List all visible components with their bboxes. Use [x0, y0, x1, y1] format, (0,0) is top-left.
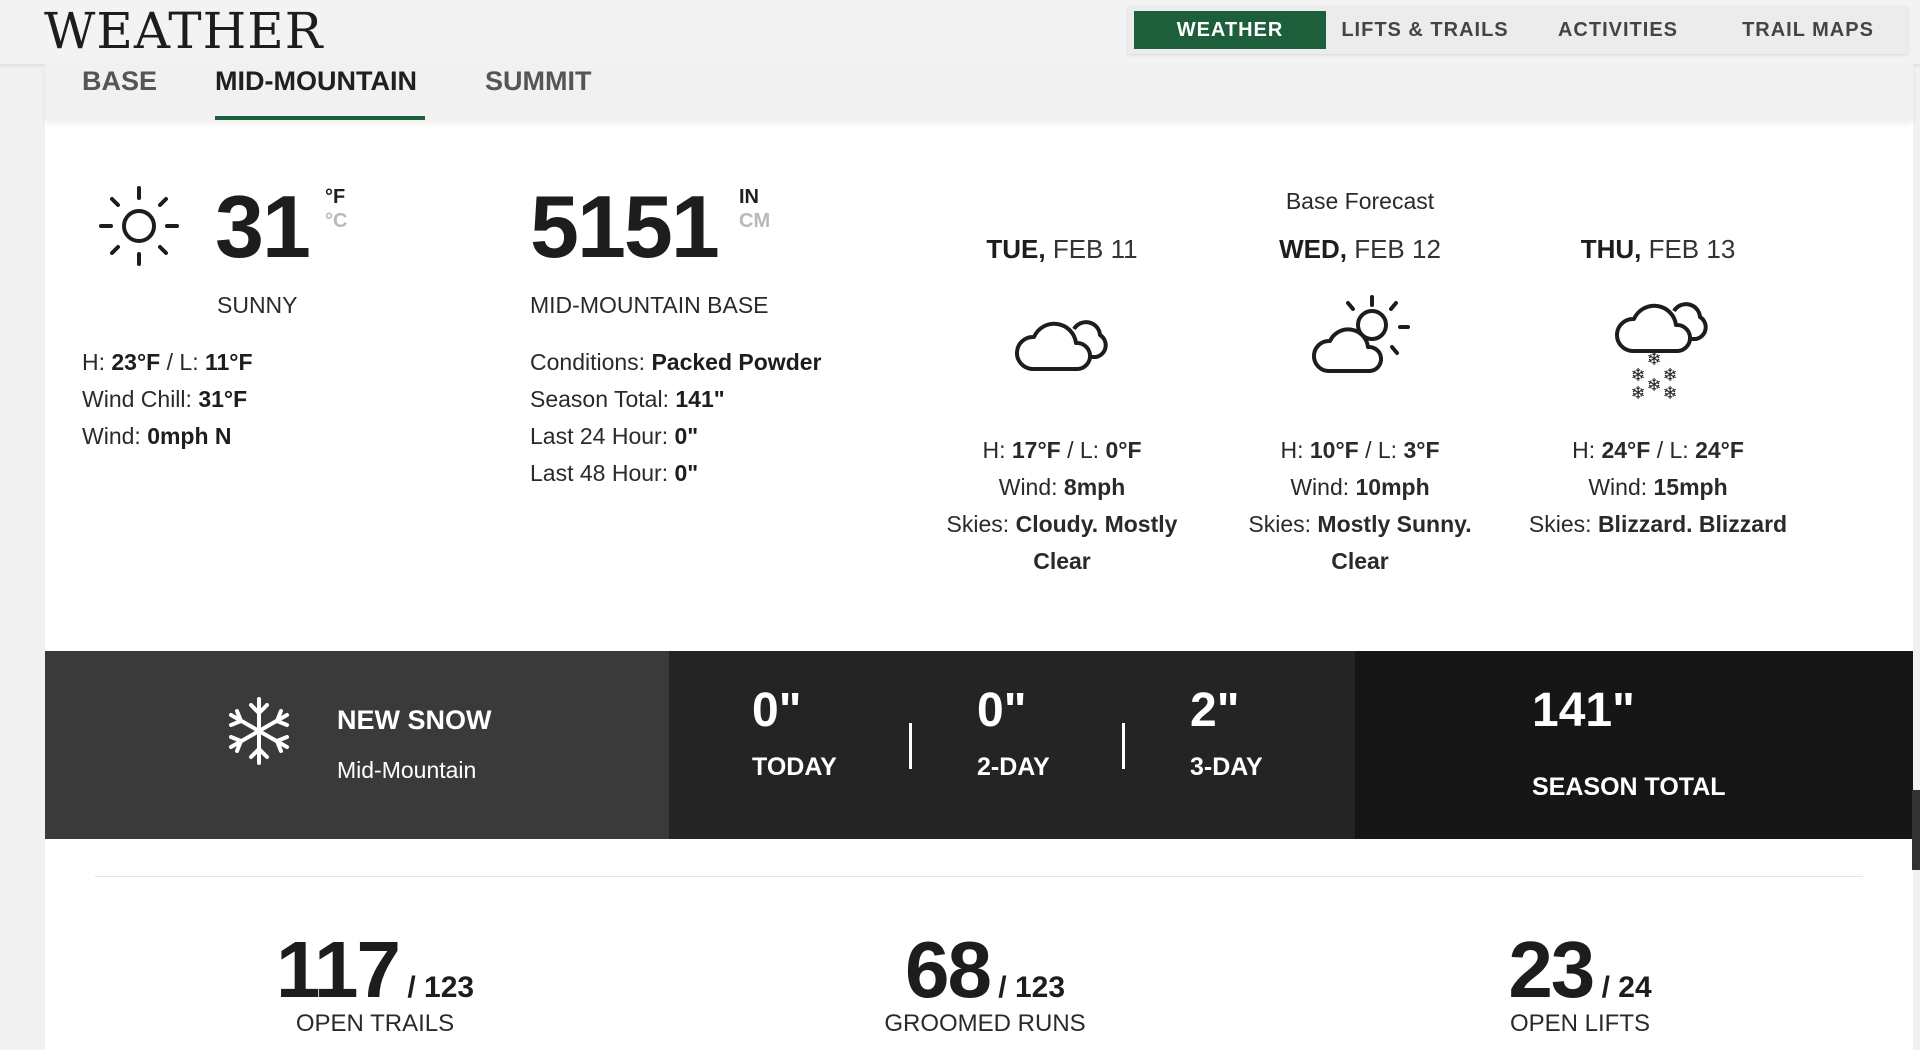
- forecast-day-1-wind: Wind: 8mph: [998, 474, 1126, 500]
- forecast-day-3-wind: Wind: 15mph: [1588, 474, 1728, 500]
- last-24-hour-line: Last 24 Hour: 0": [530, 423, 699, 449]
- open-lifts-count: 23: [1508, 925, 1595, 1014]
- open-trails-stat: 117 / 123 OPEN TRAILS: [225, 924, 525, 1038]
- forecast-day-1-date: TUE, FEB 11: [986, 234, 1138, 264]
- new-snow-amounts: 0" TODAY 0" 2-DAY 2" 3-DAY: [669, 651, 1355, 839]
- forecast-day-1-hi-lo: H: 17°F / L: 0°F: [982, 437, 1142, 463]
- svg-text:❄: ❄: [1646, 375, 1661, 396]
- snow-today-label: TODAY: [752, 753, 837, 781]
- open-lifts-stat: 23 / 24 OPEN LIFTS: [1430, 924, 1730, 1038]
- snow-depth-location: MID-MOUNTAIN BASE: [530, 292, 769, 318]
- forecast-day-3-skies: Skies: Blizzard. Blizzard: [1528, 511, 1788, 537]
- tab-mid-mountain[interactable]: MID-MOUNTAIN: [215, 66, 417, 97]
- groomed-runs-total: / 123: [989, 971, 1066, 1004]
- weather-card: BASE MID-MOUNTAIN SUMMIT 31 °F °C SUNNY …: [45, 64, 1913, 1050]
- season-total-label: SEASON TOTAL: [1532, 773, 1726, 801]
- snow-conditions: Conditions: Packed Powder: [530, 349, 822, 375]
- forecast-title: Base Forecast: [1285, 188, 1435, 214]
- forecast-day-2: WED, FEB 12 H: 10°F / L: 3°F Wind: 10mph…: [1215, 234, 1505, 580]
- scrollbar-thumb[interactable]: [1912, 790, 1920, 870]
- nav-trail-maps[interactable]: TRAIL MAPS: [1718, 11, 1898, 49]
- nav-weather[interactable]: WEATHER: [1134, 11, 1326, 49]
- forecast-day-2-hi-lo: H: 10°F / L: 3°F: [1280, 437, 1440, 463]
- forecast-day-3-date: THU, FEB 13: [1580, 234, 1736, 264]
- open-trails-count: 117: [275, 925, 401, 1014]
- forecast-day-1-skies: Skies: Cloudy. Mostly Clear: [946, 511, 1178, 574]
- sun-icon: [99, 186, 179, 266]
- divider: [1122, 723, 1125, 769]
- snow-3day-label: 3-DAY: [1190, 753, 1263, 781]
- forecast-day-3-hi-lo: H: 24°F / L: 24°F: [1572, 437, 1744, 463]
- snow-2day-label: 2-DAY: [977, 753, 1050, 781]
- current-wind: Wind: 0mph N: [82, 423, 232, 449]
- forecast-day-1: TUE, FEB 11 H: 17°F / L: 0°F Wind: 8mph …: [917, 234, 1207, 580]
- season-total-panel: 141" SEASON TOTAL: [1355, 651, 1913, 839]
- svg-text:❄: ❄: [1646, 349, 1661, 370]
- new-snow-header: NEW SNOW Mid-Mountain: [45, 651, 669, 839]
- main-nav: WEATHER LIFTS & TRAILS ACTIVITIES TRAIL …: [1128, 6, 1908, 54]
- forecast-day-2-date: WED, FEB 12: [1279, 234, 1441, 264]
- open-trails-total: / 123: [399, 971, 475, 1004]
- season-total-value: 141": [1532, 684, 1635, 737]
- current-wind-chill: Wind Chill: 31°F: [82, 386, 248, 412]
- open-trails-label: OPEN TRAILS: [295, 1010, 455, 1037]
- unit-fahrenheit[interactable]: °F: [325, 186, 345, 209]
- snow-3day-value: 2": [1190, 684, 1240, 737]
- current-condition: SUNNY: [217, 292, 298, 318]
- tab-summit[interactable]: SUMMIT: [485, 66, 591, 97]
- season-total-line: Season Total: 141": [530, 386, 725, 412]
- snow-today-value: 0": [752, 684, 802, 737]
- snowflake-icon: [229, 697, 289, 765]
- last-48-hour-line: Last 48 Hour: 0": [530, 460, 699, 486]
- site-logo[interactable]: WEATHER: [44, 2, 323, 60]
- forecast-day-3: THU, FEB 13 ❄ ❄ ❄ ❄ ❄ ❄ H: 24°F / L: 24°F Wi…: [1513, 234, 1803, 543]
- snow-2day-value: 0": [977, 684, 1027, 737]
- nav-lifts-trails[interactable]: LIFTS & TRAILS: [1332, 11, 1518, 49]
- new-snow-bar: NEW SNOW Mid-Mountain 0" TODAY 0" 2-DAY …: [45, 651, 1913, 839]
- new-snow-location: Mid-Mountain: [337, 757, 477, 783]
- nav-activities[interactable]: ACTIVITIES: [1528, 11, 1708, 49]
- location-tabs: BASE MID-MOUNTAIN SUMMIT: [45, 64, 1913, 120]
- divider: [909, 723, 912, 769]
- svg-text:❄: ❄: [1662, 383, 1677, 401]
- section-divider: [95, 876, 1863, 877]
- top-bar: WEATHER WEATHER LIFTS & TRAILS ACTIVITIE…: [0, 0, 1920, 64]
- open-lifts-total: / 24: [1593, 971, 1652, 1004]
- unit-centimeters[interactable]: CM: [739, 210, 770, 233]
- tab-base[interactable]: BASE: [82, 66, 157, 97]
- unit-inches[interactable]: IN: [739, 186, 759, 209]
- groomed-runs-label: GROOMED RUNS: [884, 1010, 1086, 1037]
- forecast-day-2-skies: Skies: Mostly Sunny. Clear: [1248, 511, 1472, 574]
- current-temperature: 31: [215, 177, 311, 276]
- current-hi-lo: H: 23°F / L: 11°F: [82, 349, 253, 375]
- open-lifts-label: OPEN LIFTS: [1509, 1010, 1651, 1037]
- groomed-runs-count: 68: [904, 925, 992, 1014]
- groomed-runs-stat: 68 / 123 GROOMED RUNS: [835, 924, 1135, 1038]
- unit-celsius[interactable]: °C: [325, 210, 347, 233]
- new-snow-title: NEW SNOW: [337, 705, 492, 735]
- forecast-day-2-wind: Wind: 10mph: [1290, 474, 1430, 500]
- snow-depth-value: 5151: [530, 177, 720, 276]
- svg-text:❄: ❄: [1630, 383, 1645, 401]
- partly-sunny-icon: [1311, 295, 1410, 373]
- snow-icon: ❄❄ ❄ ❄❄ ❄: [1615, 302, 1708, 404]
- active-tab-indicator: [215, 116, 425, 120]
- cloudy-icon: [1015, 320, 1108, 371]
